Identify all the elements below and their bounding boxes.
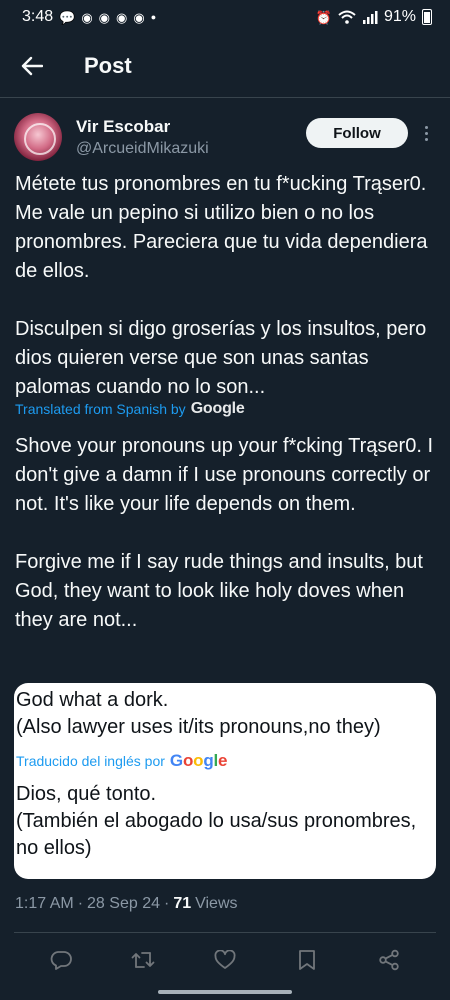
back-button[interactable] <box>0 34 64 98</box>
heart-icon <box>214 950 236 969</box>
card-original-text: God what a dork. (Also lawyer uses it/it… <box>16 689 381 738</box>
views-label: Views <box>195 895 238 912</box>
bookmark-button[interactable] <box>289 942 325 978</box>
embedded-image-card[interactable]: God what a dork. (Also lawyer uses it/it… <box>14 683 436 879</box>
battery-icon <box>422 9 432 25</box>
post-date: 28 Sep 24 <box>87 895 160 912</box>
signal-icon <box>362 11 378 24</box>
more-dot <box>424 131 428 135</box>
card-translation-attribution: Traducido del inglés por Google <box>16 751 436 771</box>
translation-attribution[interactable]: Translated from Spanish by Google <box>15 400 245 418</box>
status-time: 3:48 <box>22 8 54 25</box>
google-logo-colored: Google <box>169 751 228 770</box>
more-options-icon[interactable] <box>416 120 436 146</box>
page-title: Post <box>84 52 132 78</box>
discord-notification-icon: ◉ <box>81 9 93 25</box>
divider <box>14 932 436 933</box>
avatar[interactable] <box>14 113 62 161</box>
header: Post <box>0 34 450 98</box>
reply-icon <box>50 951 72 970</box>
author-handle[interactable]: @ArcueidMikazuki <box>76 140 209 158</box>
more-dot <box>424 137 428 141</box>
share-button[interactable] <box>371 942 407 978</box>
card-translation-label: Traducido del inglés por <box>16 753 165 769</box>
repost-icon <box>131 952 155 968</box>
reply-button[interactable] <box>43 942 79 978</box>
bookmark-icon <box>299 950 315 970</box>
post-meta: 1:17 AM · 28 Sep 24 · 71 Views <box>15 895 238 913</box>
card-translated-text: Dios, qué tonto. (También el abogado lo … <box>16 783 417 859</box>
views-count[interactable]: 71 <box>173 895 191 913</box>
wifi-icon <box>338 10 356 24</box>
status-right: ⏰ 91% <box>316 8 432 26</box>
like-button[interactable] <box>207 942 243 978</box>
status-left: 3:48 💬 ◉ ◉ ◉ ◉ ● <box>22 8 156 26</box>
alarm-icon: ⏰ <box>315 9 332 25</box>
more-dot <box>424 125 428 129</box>
more-notifications-dot-icon: ● <box>150 12 157 22</box>
discord-notification-icon-3: ◉ <box>116 9 128 25</box>
post-time: 1:17 AM <box>15 895 74 912</box>
follow-button[interactable]: Follow <box>306 118 408 148</box>
author-display-name[interactable]: Vir Escobar <box>76 117 209 137</box>
meta-separator: · <box>163 895 170 912</box>
share-icon <box>379 949 399 971</box>
action-bar <box>0 940 450 980</box>
home-indicator[interactable] <box>158 990 292 994</box>
google-logo: Google <box>190 400 245 417</box>
battery-percent: 91% <box>383 8 416 25</box>
status-bar: 3:48 💬 ◉ ◉ ◉ ◉ ● ⏰ 91% <box>0 0 450 34</box>
discord-notification-icon-2: ◉ <box>98 9 111 25</box>
author-row: Vir Escobar @ArcueidMikazuki Follow <box>14 110 436 164</box>
post-original-text: Métete tus pronombres en tu f*ucking Trą… <box>15 173 428 398</box>
chat-notification-icon: 💬 <box>59 9 76 25</box>
discord-notification-icon-4: ◉ <box>133 9 145 25</box>
arrow-left-icon <box>21 56 43 75</box>
meta-separator: · <box>77 895 84 912</box>
repost-button[interactable] <box>125 942 161 978</box>
post-translated-text: Shove your pronouns up your f*cking Trąs… <box>15 435 434 631</box>
author-names: Vir Escobar @ArcueidMikazuki <box>76 117 209 158</box>
translation-label: Translated from Spanish by <box>15 401 186 417</box>
